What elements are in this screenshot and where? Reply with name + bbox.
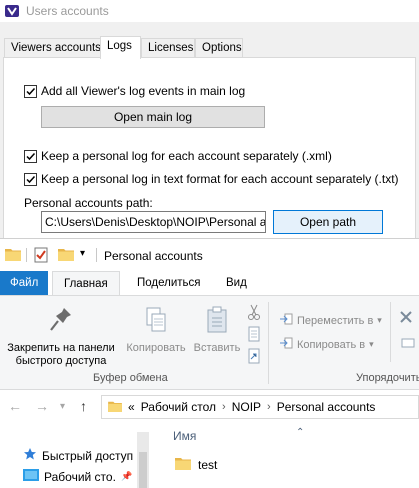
quick-access-toolbar: ▾ Personal accounts: [0, 239, 419, 271]
paste-shortcut-icon[interactable]: [247, 348, 261, 367]
personal-log-xml-row: Keep a personal log for each account sep…: [24, 149, 332, 163]
nav-item-label: Рабочий сто.: [44, 469, 116, 484]
explorer-title: Personal accounts: [104, 249, 203, 263]
rename-icon[interactable]: [401, 336, 415, 353]
breadcrumb-chevron-icon[interactable]: ›: [222, 401, 226, 413]
star-icon: [23, 447, 37, 464]
move-to-label: Переместить в: [297, 314, 374, 327]
copy-to-label: Копировать в: [297, 338, 366, 351]
up-arrow-icon[interactable]: ↑: [80, 398, 87, 414]
navigation-bar: ← → ▾ ↑ « Рабочий стол › NOIP › Personal…: [0, 391, 419, 423]
copy-to-icon: [279, 336, 293, 353]
tab-options[interactable]: Options: [195, 38, 243, 58]
cut-icon[interactable]: [247, 304, 261, 323]
delete-icon[interactable]: [399, 310, 413, 327]
personal-log-txt-checkbox[interactable]: [24, 172, 37, 186]
customize-qat-dropdown-icon[interactable]: ▾: [80, 248, 85, 259]
nav-item-label: Быстрый доступ: [42, 448, 134, 463]
move-to-button[interactable]: Переместить в ▾: [279, 312, 382, 329]
tab-viewers-accounts[interactable]: Viewers accounts: [4, 38, 102, 58]
clipboard-group-label: Буфер обмена: [93, 372, 168, 384]
paste-label: Вставить: [193, 342, 241, 354]
tab-share[interactable]: Поделиться: [126, 271, 212, 295]
breadcrumb-overflow[interactable]: «: [128, 400, 135, 414]
pin-icon: [2, 306, 120, 338]
breadcrumb-chevron-icon[interactable]: ›: [267, 401, 271, 413]
list-item[interactable]: test: [175, 456, 217, 473]
file-list: Имя ⌃ test: [150, 424, 419, 488]
tab-licenses[interactable]: Licenses: [141, 38, 195, 58]
ribbon-separator: [390, 302, 391, 362]
explorer-window: ▾ Personal accounts Файл Главная Поделит…: [0, 238, 419, 488]
pin-label-line1: Закрепить на панели: [7, 342, 115, 354]
users-accounts-dialog: Users accounts Viewers accounts Logs Lic…: [0, 0, 419, 247]
tab-logs[interactable]: Logs: [100, 36, 141, 59]
sort-chevron-icon[interactable]: ⌃: [296, 427, 304, 438]
open-main-log-button[interactable]: Open main log: [41, 106, 265, 128]
breadcrumb-item[interactable]: NOIP: [232, 400, 261, 414]
desktop-icon: [23, 468, 39, 485]
ribbon-separator: [268, 302, 269, 384]
app-logo-icon: [4, 3, 20, 19]
pinned-icon: 📌: [120, 471, 133, 481]
forward-arrow-icon[interactable]: →: [35, 398, 49, 414]
add-all-log-events-checkbox[interactable]: [24, 84, 37, 98]
personal-log-xml-checkbox[interactable]: [24, 149, 37, 163]
folder-icon: [175, 456, 191, 473]
folder-icon: [5, 247, 21, 264]
dialog-title: Users accounts: [26, 4, 109, 18]
checkmark-icon: [26, 175, 36, 183]
tab-home[interactable]: Главная: [52, 271, 120, 296]
nav-item-quick-access[interactable]: Быстрый доступ: [23, 447, 133, 464]
paste-icon: [191, 306, 243, 338]
paste-button[interactable]: Вставить: [191, 306, 243, 355]
ribbon-home: Закрепить на панели быстрого доступа Коп…: [0, 295, 419, 390]
file-name: test: [198, 457, 218, 472]
path-label: Personal accounts path:: [24, 196, 153, 210]
copy-to-button[interactable]: Копировать в ▾: [279, 336, 374, 353]
navigation-pane: Быстрый доступ Рабочий сто. 📌: [0, 424, 150, 488]
ribbon-tab-strip: Файл Главная Поделиться Вид: [0, 271, 419, 296]
logs-tab-panel: Add all Viewer's log events in main log …: [3, 57, 416, 247]
tab-view[interactable]: Вид: [215, 271, 258, 295]
address-bar[interactable]: « Рабочий стол › NOIP › Personal account…: [101, 395, 419, 419]
new-folder-icon[interactable]: [58, 247, 74, 264]
properties-icon[interactable]: [33, 247, 49, 266]
breadcrumb-item[interactable]: Рабочий стол: [141, 400, 216, 414]
organize-group-label: Упорядочить: [356, 372, 419, 384]
copy-button[interactable]: Копировать: [121, 306, 191, 355]
add-all-log-events-label: Add all Viewer's log events in main log: [41, 84, 246, 98]
tab-strip: Viewers accounts Logs Licenses Options: [0, 36, 419, 59]
checkmark-icon: [26, 152, 36, 160]
checkmark-icon: [26, 87, 36, 95]
move-to-dropdown-icon: ▾: [377, 315, 382, 325]
dialog-titlebar: Users accounts: [0, 0, 419, 22]
open-path-button[interactable]: Open path: [273, 210, 383, 234]
copy-to-dropdown-icon: ▾: [369, 339, 374, 349]
copy-icon: [121, 306, 191, 338]
navigation-pane-scrollbar[interactable]: [137, 432, 149, 488]
scrollbar-thumb[interactable]: [139, 452, 147, 488]
personal-accounts-path-input[interactable]: C:\Users\Denis\Desktop\NOIP\Personal acc…: [41, 211, 266, 233]
address-folder-icon: [108, 400, 122, 415]
pin-label-line2: быстрого доступа: [15, 355, 107, 367]
recent-locations-icon[interactable]: ▾: [60, 401, 65, 412]
back-arrow-icon[interactable]: ←: [8, 398, 22, 414]
add-all-log-events-row: Add all Viewer's log events in main log: [24, 84, 245, 98]
copy-label: Копировать: [126, 342, 186, 354]
column-header-name[interactable]: Имя: [173, 429, 196, 443]
copy-path-icon[interactable]: [247, 326, 261, 345]
personal-log-xml-label: Keep a personal log for each account sep…: [41, 149, 332, 163]
nav-item-desktop[interactable]: Рабочий сто. 📌: [23, 468, 132, 485]
pin-to-quick-access-button[interactable]: Закрепить на панели быстрого доступа: [2, 306, 120, 368]
tab-file[interactable]: Файл: [0, 271, 49, 295]
personal-log-txt-row: Keep a personal log in text format for e…: [24, 172, 399, 186]
breadcrumb-item[interactable]: Personal accounts: [277, 400, 376, 414]
move-to-icon: [279, 312, 293, 329]
personal-log-txt-label: Keep a personal log in text format for e…: [41, 172, 399, 186]
